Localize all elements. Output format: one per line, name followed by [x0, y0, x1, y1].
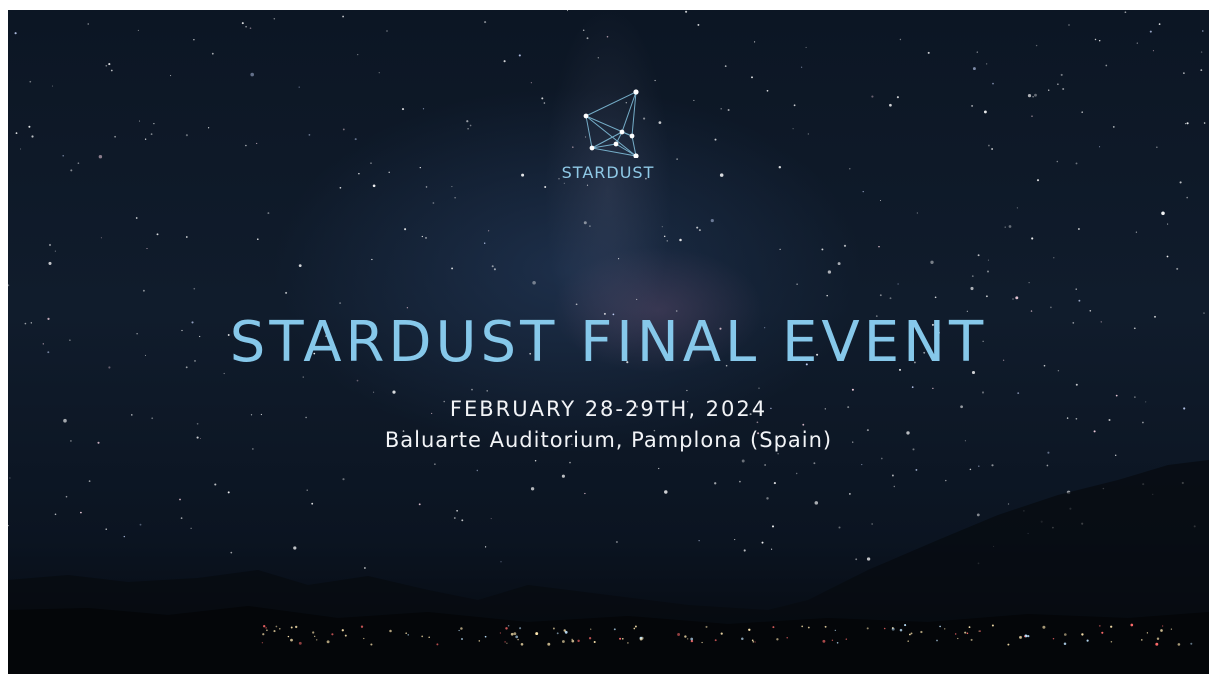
- stardust-logo: STARDUST: [538, 88, 678, 188]
- event-date: FEBRUARY 28-29TH, 2024: [449, 397, 768, 421]
- page: STARDUST STARDUST FINAL EVENT FEBRUARY 2…: [0, 0, 1209, 684]
- constellation-icon: [583, 89, 639, 158]
- event-title: STARDUST FINAL EVENT: [229, 310, 988, 375]
- event-venue: Baluarte Auditorium, Pamplona (Spain): [384, 428, 833, 452]
- logo-wordmark: STARDUST: [561, 163, 655, 182]
- event-banner: STARDUST STARDUST FINAL EVENT FEBRUARY 2…: [8, 10, 1209, 674]
